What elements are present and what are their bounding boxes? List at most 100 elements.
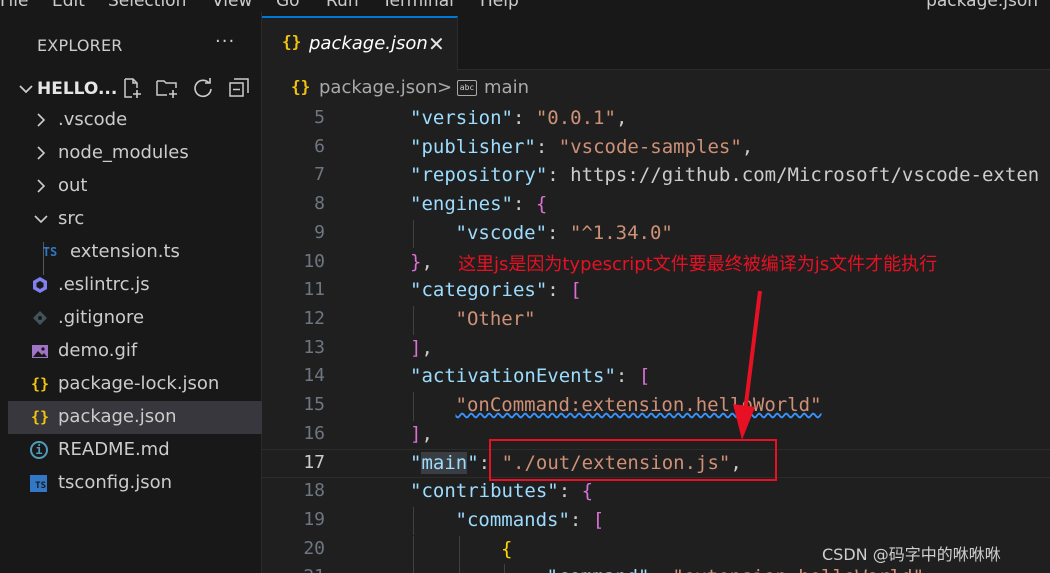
tree-item-label: README.md <box>58 439 170 460</box>
line-number: 16 <box>303 422 325 444</box>
code-line[interactable]: 9 "vscode": "^1.34.0" <box>262 219 1050 249</box>
line-number: 5 <box>314 107 325 128</box>
json-file-icon: {} <box>30 408 50 426</box>
tree-item-label: .gitignore <box>58 307 145 328</box>
tree-item-label: package.json <box>58 406 177 427</box>
indent-guide <box>413 535 414 565</box>
editor-tab-bar: {} package.json ✕ <box>262 12 1050 71</box>
explorer-title: EXPLORER <box>37 36 123 55</box>
code-text: "commands": [ <box>455 508 605 531</box>
tree-item-package-json[interactable]: {} package.json <box>8 401 262 434</box>
chevron-right-icon <box>37 113 46 127</box>
workspace-folder-name: HELLO... <box>37 79 118 99</box>
code-line[interactable]: 6 "publisher": "vscode-samples", <box>262 134 1050 163</box>
workspace-folder-header[interactable]: HELLO... <box>8 76 262 102</box>
line-number: 9 <box>314 221 325 243</box>
indent-guide <box>413 564 414 573</box>
close-icon[interactable]: ✕ <box>428 32 445 56</box>
code-text: "publisher": "vscode-samples", <box>410 135 754 158</box>
code-text: "contributes": { <box>410 480 594 503</box>
breadcrumb-symbol[interactable]: main <box>484 77 529 98</box>
menu-help[interactable]: Help <box>480 0 519 11</box>
code-text: "onCommand:extension.helloWorld" <box>455 394 822 416</box>
indent-guide <box>413 392 414 421</box>
line-number: 15 <box>303 394 325 415</box>
code-line[interactable]: 15 "onCommand:extension.helloWorld" <box>262 392 1050 421</box>
more-actions-icon[interactable]: ··· <box>215 31 235 52</box>
string-symbol-icon: abc <box>457 80 477 96</box>
tree-item-gitignore[interactable]: .gitignore <box>8 302 262 335</box>
breadcrumb-file[interactable]: package.json <box>319 77 438 98</box>
tree-item-package-lock[interactable]: {} package-lock.json <box>8 368 262 401</box>
new-file-icon[interactable] <box>120 76 144 100</box>
tree-item-label: demo.gif <box>58 340 138 361</box>
tree-item-demo-gif[interactable]: demo.gif <box>8 335 262 368</box>
code-text: "version": "0.0.1", <box>410 107 628 129</box>
breadcrumb: {} package.json > abc main <box>262 71 1050 105</box>
code-line[interactable]: 8 "engines": { <box>262 191 1050 220</box>
chevron-right-icon <box>37 179 46 193</box>
tree-item-label: extension.ts <box>70 241 180 262</box>
chevron-down-icon <box>19 85 33 94</box>
code-line[interactable]: 5 "version": "0.0.1", <box>262 105 1050 134</box>
new-folder-icon[interactable] <box>155 76 179 100</box>
line-number: 7 <box>314 164 325 186</box>
highlight-box <box>489 439 777 481</box>
code-text: "command": "extension.helloWorld" <box>547 566 925 573</box>
tree-item-src[interactable]: src <box>8 203 262 236</box>
tree-item-vscode[interactable]: .vscode <box>8 104 262 137</box>
tree-item-label: .eslintrc.js <box>58 274 150 295</box>
tree-item-eslintrc[interactable]: .eslintrc.js <box>8 269 262 302</box>
code-text: ], <box>410 336 433 359</box>
code-text: }, <box>410 250 433 273</box>
tsconfig-file-icon: TS <box>30 475 47 492</box>
indent-guide <box>413 219 414 249</box>
code-text: { <box>501 537 513 560</box>
code-text: ], <box>410 422 433 445</box>
code-editor[interactable]: 5 "version": "0.0.1", 6 "publisher": "vscod… <box>262 105 1050 573</box>
code-line[interactable]: 11 "categories": [ <box>262 277 1050 306</box>
indent-guide <box>504 564 505 573</box>
code-line[interactable]: 7 "repository": https://github.com/Micros… <box>262 162 1050 191</box>
menu-bar: File Edit Selection View Go Run Terminal… <box>0 0 1050 12</box>
info-icon: i <box>30 441 48 459</box>
breadcrumb-separator: > <box>437 77 453 98</box>
menu-run[interactable]: Run <box>326 0 359 11</box>
tree-item-label: src <box>58 208 85 229</box>
tree-item-out[interactable]: out <box>8 170 262 203</box>
tree-item-readme[interactable]: i README.md <box>8 434 262 467</box>
watermark: CSDN @码字中的咻咻咻 <box>822 545 1001 564</box>
annotation-text: 这里js是因为typescript文件要最终被编译为js文件才能执行 <box>458 254 938 275</box>
menu-terminal[interactable]: Terminal <box>382 0 454 11</box>
refresh-icon[interactable] <box>191 76 215 100</box>
collapse-all-icon[interactable] <box>227 76 251 100</box>
chevron-right-icon <box>37 146 46 160</box>
json-file-icon: {} <box>291 77 311 96</box>
code-text: "vscode": "^1.34.0" <box>455 221 673 244</box>
tree-item-tsconfig[interactable]: TS tsconfig.json <box>8 467 262 500</box>
indent-guide <box>413 506 414 536</box>
code-line[interactable]: 21 "command": "extension.helloWorld" <box>262 564 1050 573</box>
tree-item-node-modules[interactable]: node_modules <box>8 137 262 170</box>
tree-item-extension-ts[interactable]: TS extension.ts <box>8 236 262 269</box>
line-number: 18 <box>303 480 325 502</box>
menu-edit[interactable]: Edit <box>52 0 85 11</box>
code-line[interactable]: 13], <box>262 335 1050 364</box>
code-line[interactable]: 19 "commands": [ <box>262 506 1050 536</box>
line-number: 12 <box>303 307 325 329</box>
code-line[interactable]: 18 "contributes": { <box>262 478 1050 507</box>
menu-go[interactable]: Go <box>276 0 300 11</box>
tree-item-label: package-lock.json <box>58 373 220 394</box>
menu-view[interactable]: View <box>212 0 252 11</box>
indent-guide <box>458 535 460 565</box>
json-file-icon: {} <box>30 375 50 393</box>
code-text: "repository": https://github.com/Microso… <box>410 164 1040 187</box>
line-number: 11 <box>303 279 325 301</box>
tab-package-json[interactable]: {} package.json ✕ <box>262 16 458 71</box>
code-line[interactable]: 12 "Other" <box>262 305 1050 335</box>
code-line[interactable]: 14 "activationEvents": [ <box>262 363 1050 392</box>
menu-selection[interactable]: Selection <box>108 0 186 11</box>
line-number: 20 <box>303 537 325 559</box>
line-number: 17 <box>303 452 325 474</box>
menu-file[interactable]: File <box>0 0 28 11</box>
